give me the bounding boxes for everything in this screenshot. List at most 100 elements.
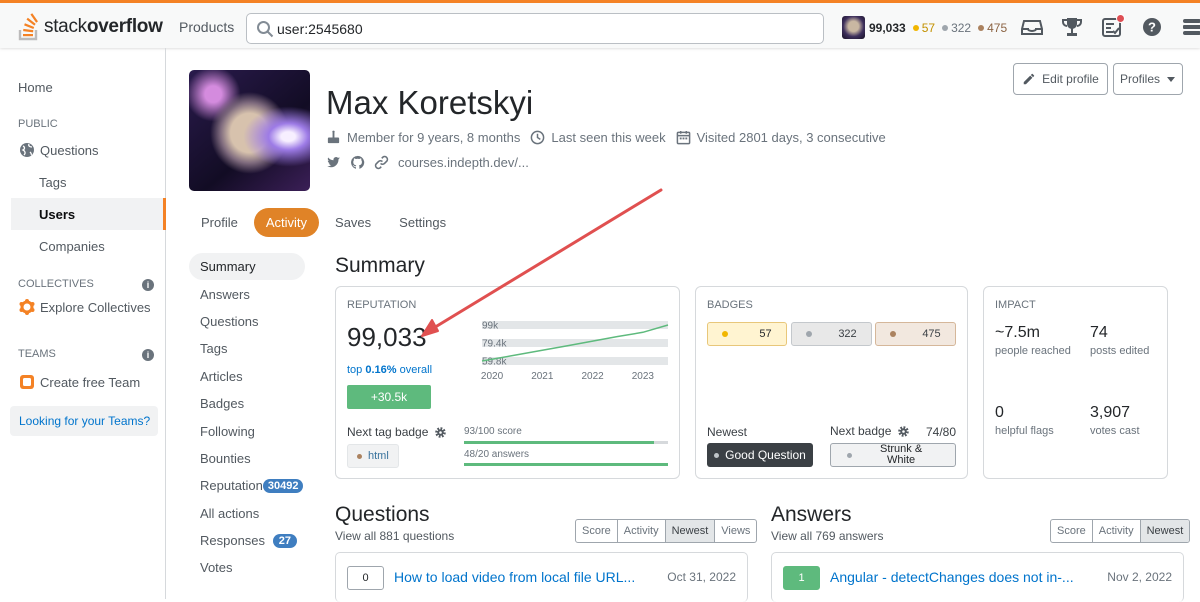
gear-icon[interactable] [434, 426, 447, 439]
view-all-questions-link[interactable]: View all 881 questions [335, 529, 454, 543]
votes-cast-value: 3,907 [1090, 404, 1131, 421]
tag-html[interactable]: html [347, 444, 399, 468]
newest-label: Newest [707, 425, 748, 439]
gold-badges[interactable]: 57 [707, 322, 787, 346]
nav-tags[interactable]: Tags [11, 166, 166, 198]
reputation-label: REPUTATION [347, 299, 417, 311]
posts-edited-label: posts edited [1090, 345, 1150, 357]
badges-label: BADGES [707, 299, 753, 311]
grid-band [482, 357, 668, 365]
filter-newest[interactable]: Newest [1140, 520, 1190, 542]
silver-dot-icon [714, 452, 720, 458]
question-score: 0 [347, 566, 384, 590]
website-link[interactable]: courses.indepth.dev/... [398, 155, 529, 170]
caret-down-icon [1167, 77, 1175, 82]
info-icon[interactable]: i [142, 349, 154, 361]
filter-views[interactable]: Views [715, 520, 756, 542]
questions-title: Questions [335, 503, 430, 526]
nav-create-team-label: Create free Team [40, 374, 141, 390]
subnav-tags[interactable]: Tags [189, 335, 305, 362]
subnav-articles[interactable]: Articles [189, 363, 305, 390]
edit-profile-label: Edit profile [1042, 72, 1099, 86]
site-switcher-icon[interactable] [1180, 15, 1200, 39]
subnav-questions[interactable]: Questions [189, 308, 305, 335]
subnav-summary[interactable]: Summary [189, 253, 305, 281]
silver-dot-icon [847, 452, 852, 458]
subnav-responses[interactable]: Responses 27 [189, 527, 305, 554]
user-summary[interactable]: 99,033 57 322 475 [842, 16, 1007, 39]
twitter-icon[interactable] [326, 155, 341, 170]
x-tick-label: 2021 [531, 371, 554, 382]
tab-activity[interactable]: Activity [253, 208, 320, 237]
subnav-answers[interactable]: Answers [189, 280, 305, 307]
filter-score[interactable]: Score [576, 520, 618, 542]
next-badge-label: Next badge [830, 424, 910, 438]
subnav-bounties[interactable]: Bounties [189, 445, 305, 472]
nav-users[interactable]: Users [11, 198, 166, 230]
profiles-label: Profiles [1119, 72, 1160, 86]
looking-for-teams-link[interactable]: Looking for your Teams? [10, 406, 158, 436]
next-badge[interactable]: Strunk & White [830, 443, 956, 467]
bronze-badges[interactable]: 475 [875, 322, 956, 346]
gear-icon[interactable] [897, 425, 910, 438]
stack-logo-icon [18, 13, 38, 41]
helpful-flags-label: helpful flags [995, 425, 1054, 437]
nav-questions[interactable]: Questions [11, 134, 166, 166]
question-title-link[interactable]: How to load video from local file URL... [394, 569, 635, 585]
trophy-icon[interactable] [1060, 15, 1084, 39]
grid-band [482, 339, 668, 347]
search-input[interactable]: user:2545680 [246, 13, 824, 44]
subnav-following[interactable]: Following [189, 417, 305, 444]
filter-score[interactable]: Score [1051, 520, 1093, 542]
subnav-votes[interactable]: Votes [189, 554, 305, 581]
topbar-icons: ? [1020, 14, 1200, 39]
top-percent[interactable]: top 0.16% overall [347, 364, 432, 376]
filter-newest[interactable]: Newest [665, 520, 716, 542]
score-progress-bar [464, 441, 668, 444]
tab-profile[interactable]: Profile [189, 208, 250, 237]
tab-saves[interactable]: Saves [323, 208, 383, 237]
question-date: Oct 31, 2022 [667, 570, 736, 584]
votes-cast-label: votes cast [1090, 425, 1140, 437]
bronze-dot-icon [890, 331, 897, 337]
answer-row[interactable]: 1 Angular - detectChanges does not in-..… [771, 552, 1184, 602]
nav-companies[interactable]: Companies [11, 230, 166, 262]
people-reached-label: people reached [995, 345, 1071, 357]
help-icon[interactable]: ? [1140, 15, 1164, 39]
posts-edited-value: 74 [1090, 324, 1108, 341]
view-all-answers-link[interactable]: View all 769 answers [771, 529, 884, 543]
pencil-icon [1023, 73, 1035, 85]
inbox-icon[interactable] [1020, 15, 1044, 39]
bronze-dot-icon [357, 453, 362, 459]
subnav-all-actions[interactable]: All actions [189, 500, 305, 527]
subnav-badges[interactable]: Badges [189, 390, 305, 417]
nav-explore-collectives-label: Explore Collectives [40, 299, 151, 315]
people-reached-value: ~7.5m [995, 324, 1040, 341]
github-icon[interactable] [350, 155, 365, 170]
subnav-reputation[interactable]: Reputation 30492 [189, 472, 305, 499]
filter-activity[interactable]: Activity [1093, 520, 1141, 542]
nav-questions-label: Questions [40, 142, 99, 158]
collectives-icon [19, 299, 35, 315]
review-queue-icon[interactable] [1100, 14, 1125, 39]
avatar[interactable] [842, 16, 865, 39]
profiles-dropdown[interactable]: Profiles [1113, 63, 1183, 95]
grid-band [482, 321, 668, 329]
stackoverflow-logo[interactable]: stackoverflow [18, 12, 163, 42]
link-icon [374, 155, 389, 170]
profile-photo [189, 70, 310, 191]
nav-home[interactable]: Home [18, 80, 53, 95]
silver-badges[interactable]: 322 [791, 322, 872, 346]
nav-create-team[interactable]: Create free Team [11, 366, 166, 398]
nav-explore-collectives[interactable]: Explore Collectives [11, 291, 166, 323]
edit-profile-button[interactable]: Edit profile [1013, 63, 1108, 95]
tab-settings[interactable]: Settings [387, 208, 458, 237]
question-row[interactable]: 0 How to load video from local file URL.… [335, 552, 748, 602]
cake-icon [327, 130, 340, 144]
newest-badge[interactable]: Good Question [707, 443, 813, 467]
filter-activity[interactable]: Activity [618, 520, 666, 542]
products-link[interactable]: Products [179, 19, 234, 35]
answer-title-link[interactable]: Angular - detectChanges does not in-... [830, 569, 1074, 585]
profile-tabs: Profile Activity Saves Settings [189, 208, 462, 237]
info-icon[interactable]: i [142, 279, 154, 291]
